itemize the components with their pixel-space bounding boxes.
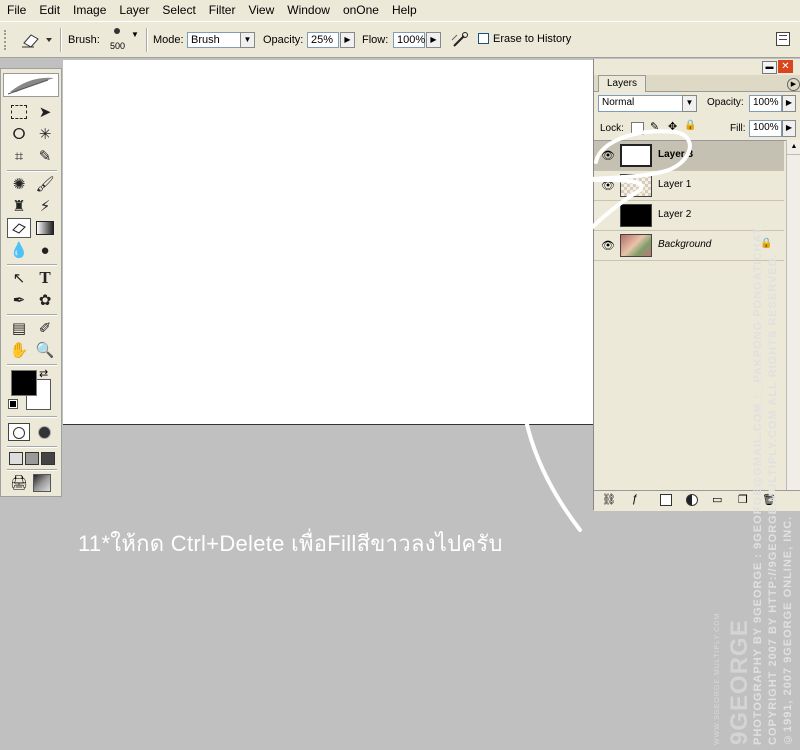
instruction-caption: 11*ให้กด Ctrl+Delete เพื่อFillสีขาวลงไปค…	[78, 531, 503, 556]
watermark-logo: 9GEORGE	[726, 619, 753, 745]
watermark-line-3: ©1991, 2007 9GEORGE ONLINE, INC.	[782, 515, 794, 745]
watermark-url: WWW.9GEORGE.MULTIPLY.COM	[714, 612, 721, 745]
watermark-line-2: COPYRIGHT 2007 BY HTTP://9GEORGE.MULTIPL…	[767, 253, 779, 745]
annotation-arrow-overlay	[519, 129, 692, 532]
